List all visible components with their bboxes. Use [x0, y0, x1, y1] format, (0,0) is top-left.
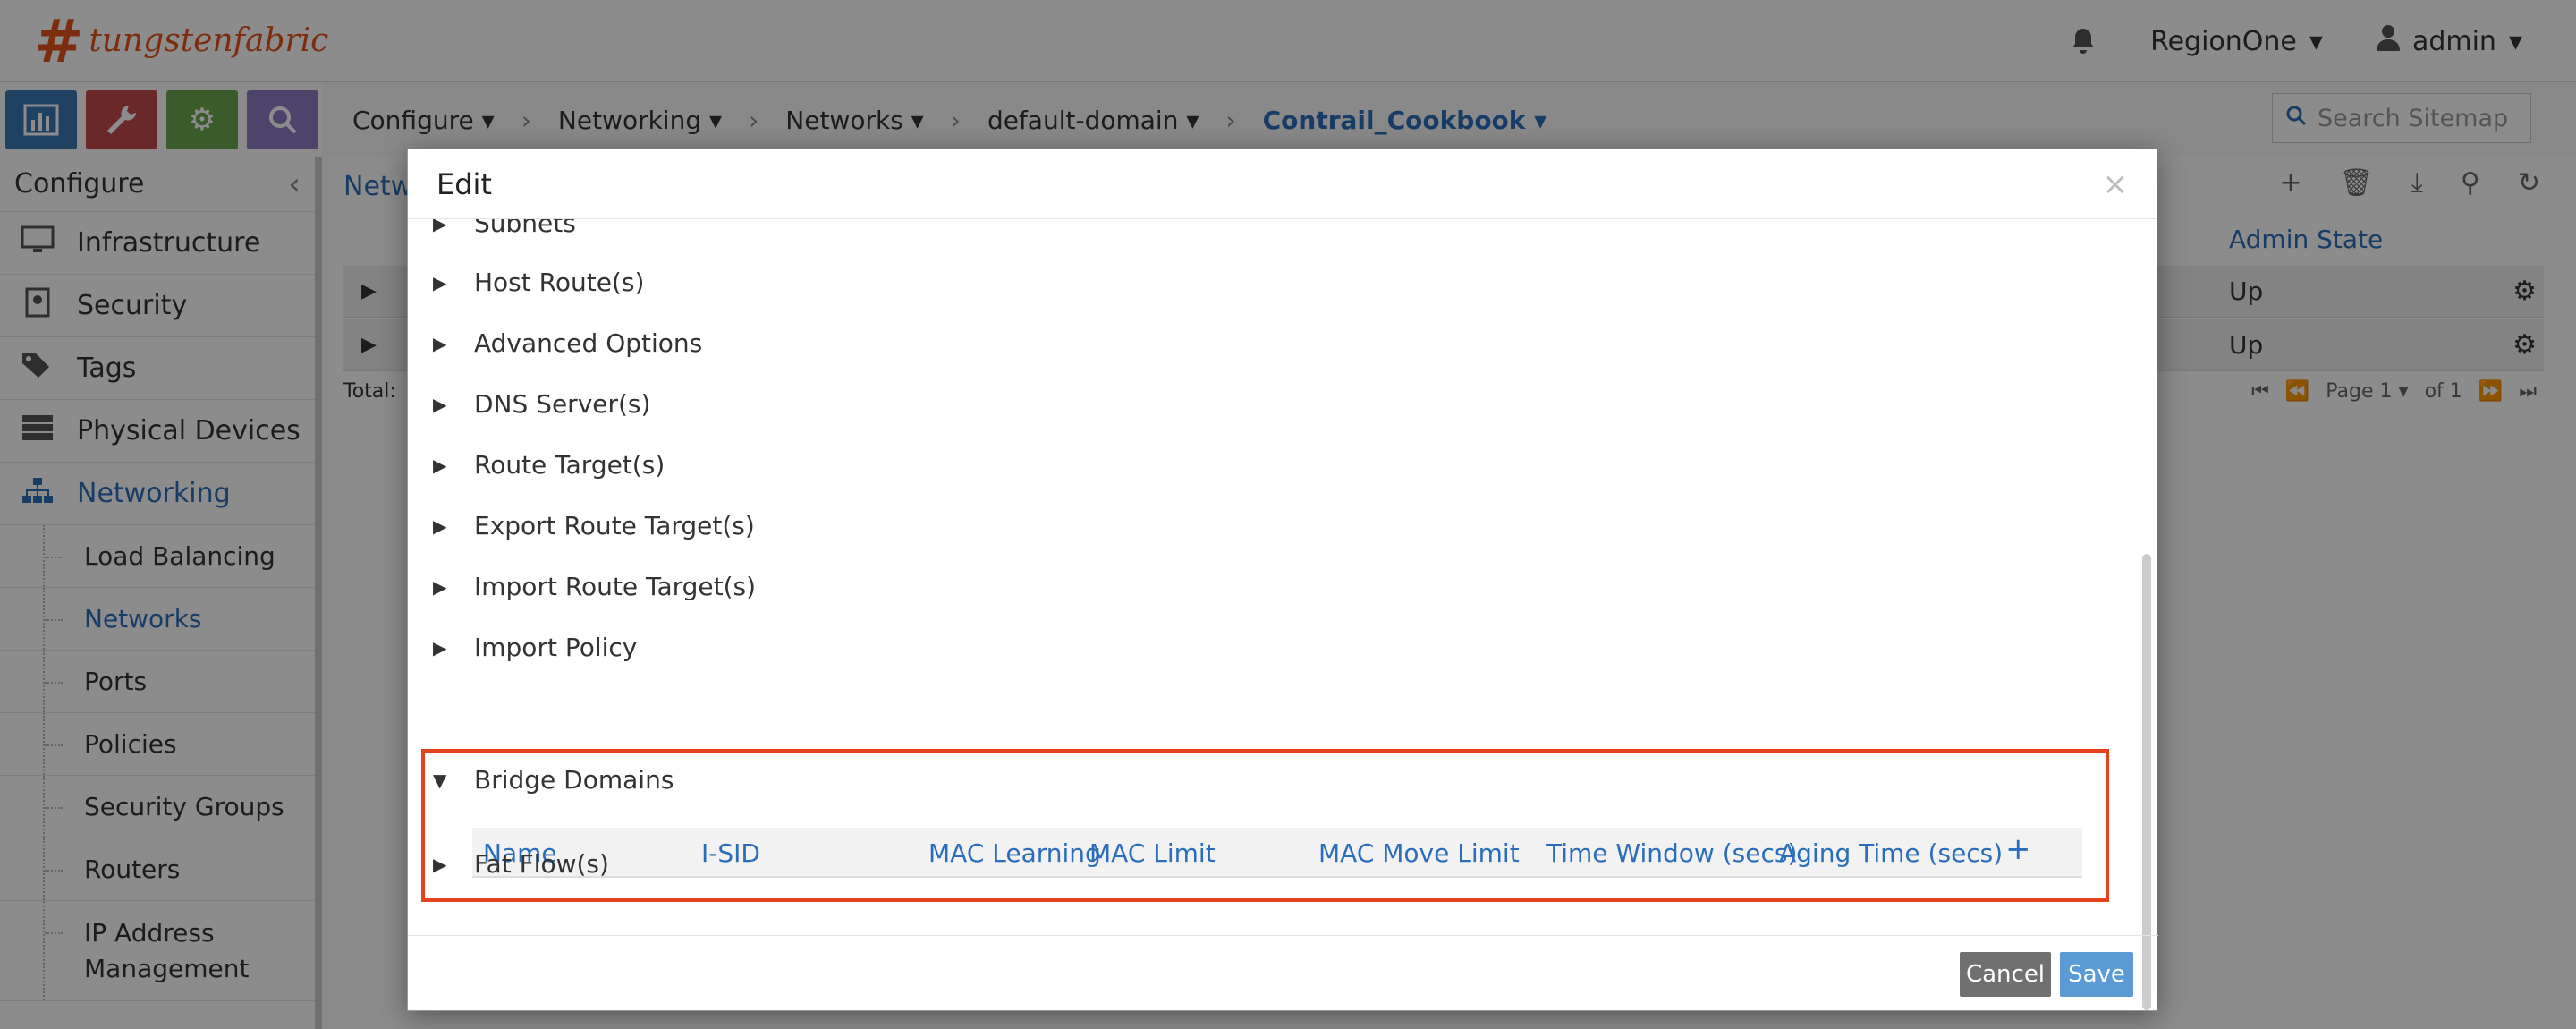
bridge-domains-highlight: [421, 749, 2109, 902]
cancel-button[interactable]: Cancel: [1960, 952, 2051, 997]
add-bridge-domain-button[interactable]: +: [2005, 831, 2031, 867]
expand-icon: ▶: [433, 514, 447, 537]
save-button[interactable]: Save: [2060, 952, 2133, 997]
section-host-routes[interactable]: ▶ Host Route(s): [433, 268, 644, 297]
expand-icon: ▶: [433, 853, 447, 875]
section-route-targets[interactable]: ▶ Route Target(s): [433, 450, 665, 480]
section-import-route-targets[interactable]: ▶ Import Route Target(s): [433, 572, 756, 601]
column-mac-learning: MAC Learning: [928, 838, 1101, 868]
column-isid: I-SID: [701, 838, 760, 868]
expand-icon: ▶: [433, 332, 447, 354]
expand-icon: ▶: [433, 636, 447, 659]
column-aging-time: Aging Time (secs): [1779, 838, 2004, 868]
expand-icon: ▶: [433, 575, 447, 598]
expand-icon: ▶: [433, 219, 447, 234]
close-icon[interactable]: ×: [2103, 166, 2129, 202]
section-fat-flows[interactable]: ▶ Fat Flow(s): [433, 849, 609, 879]
modal-header: Edit ×: [408, 149, 2157, 219]
section-advanced-options[interactable]: ▶ Advanced Options: [433, 328, 702, 358]
modal-title: Edit: [436, 166, 492, 201]
section-import-policy[interactable]: ▶ Import Policy: [433, 633, 637, 662]
expand-icon: ▶: [433, 393, 447, 415]
expand-icon: ▶: [433, 271, 447, 293]
modal-body: ▶ Subnets ▶ Host Route(s) ▶ Advanced Opt…: [408, 219, 2158, 905]
section-dns-servers[interactable]: ▶ DNS Server(s): [433, 389, 650, 419]
column-mac-move-limit: MAC Move Limit: [1318, 838, 1520, 868]
expand-icon: ▶: [433, 454, 447, 476]
column-time-window: Time Window (secs): [1546, 838, 1798, 868]
column-mac-limit: MAC Limit: [1089, 838, 1216, 868]
modal-footer: Cancel Save: [408, 935, 2158, 1012]
edit-modal: Edit × ▶ Subnets ▶ Host Route(s) ▶ Advan…: [407, 149, 2158, 1012]
section-bridge-domains[interactable]: ▼ Bridge Domains: [433, 765, 674, 795]
section-export-route-targets[interactable]: ▶ Export Route Target(s): [433, 511, 755, 540]
bridge-domains-table-header: Name I-SID MAC Learning MAC Limit MAC Mo…: [472, 828, 2082, 878]
collapse-icon: ▼: [433, 769, 447, 791]
section-subnets[interactable]: ▶ Subnets: [433, 219, 576, 238]
